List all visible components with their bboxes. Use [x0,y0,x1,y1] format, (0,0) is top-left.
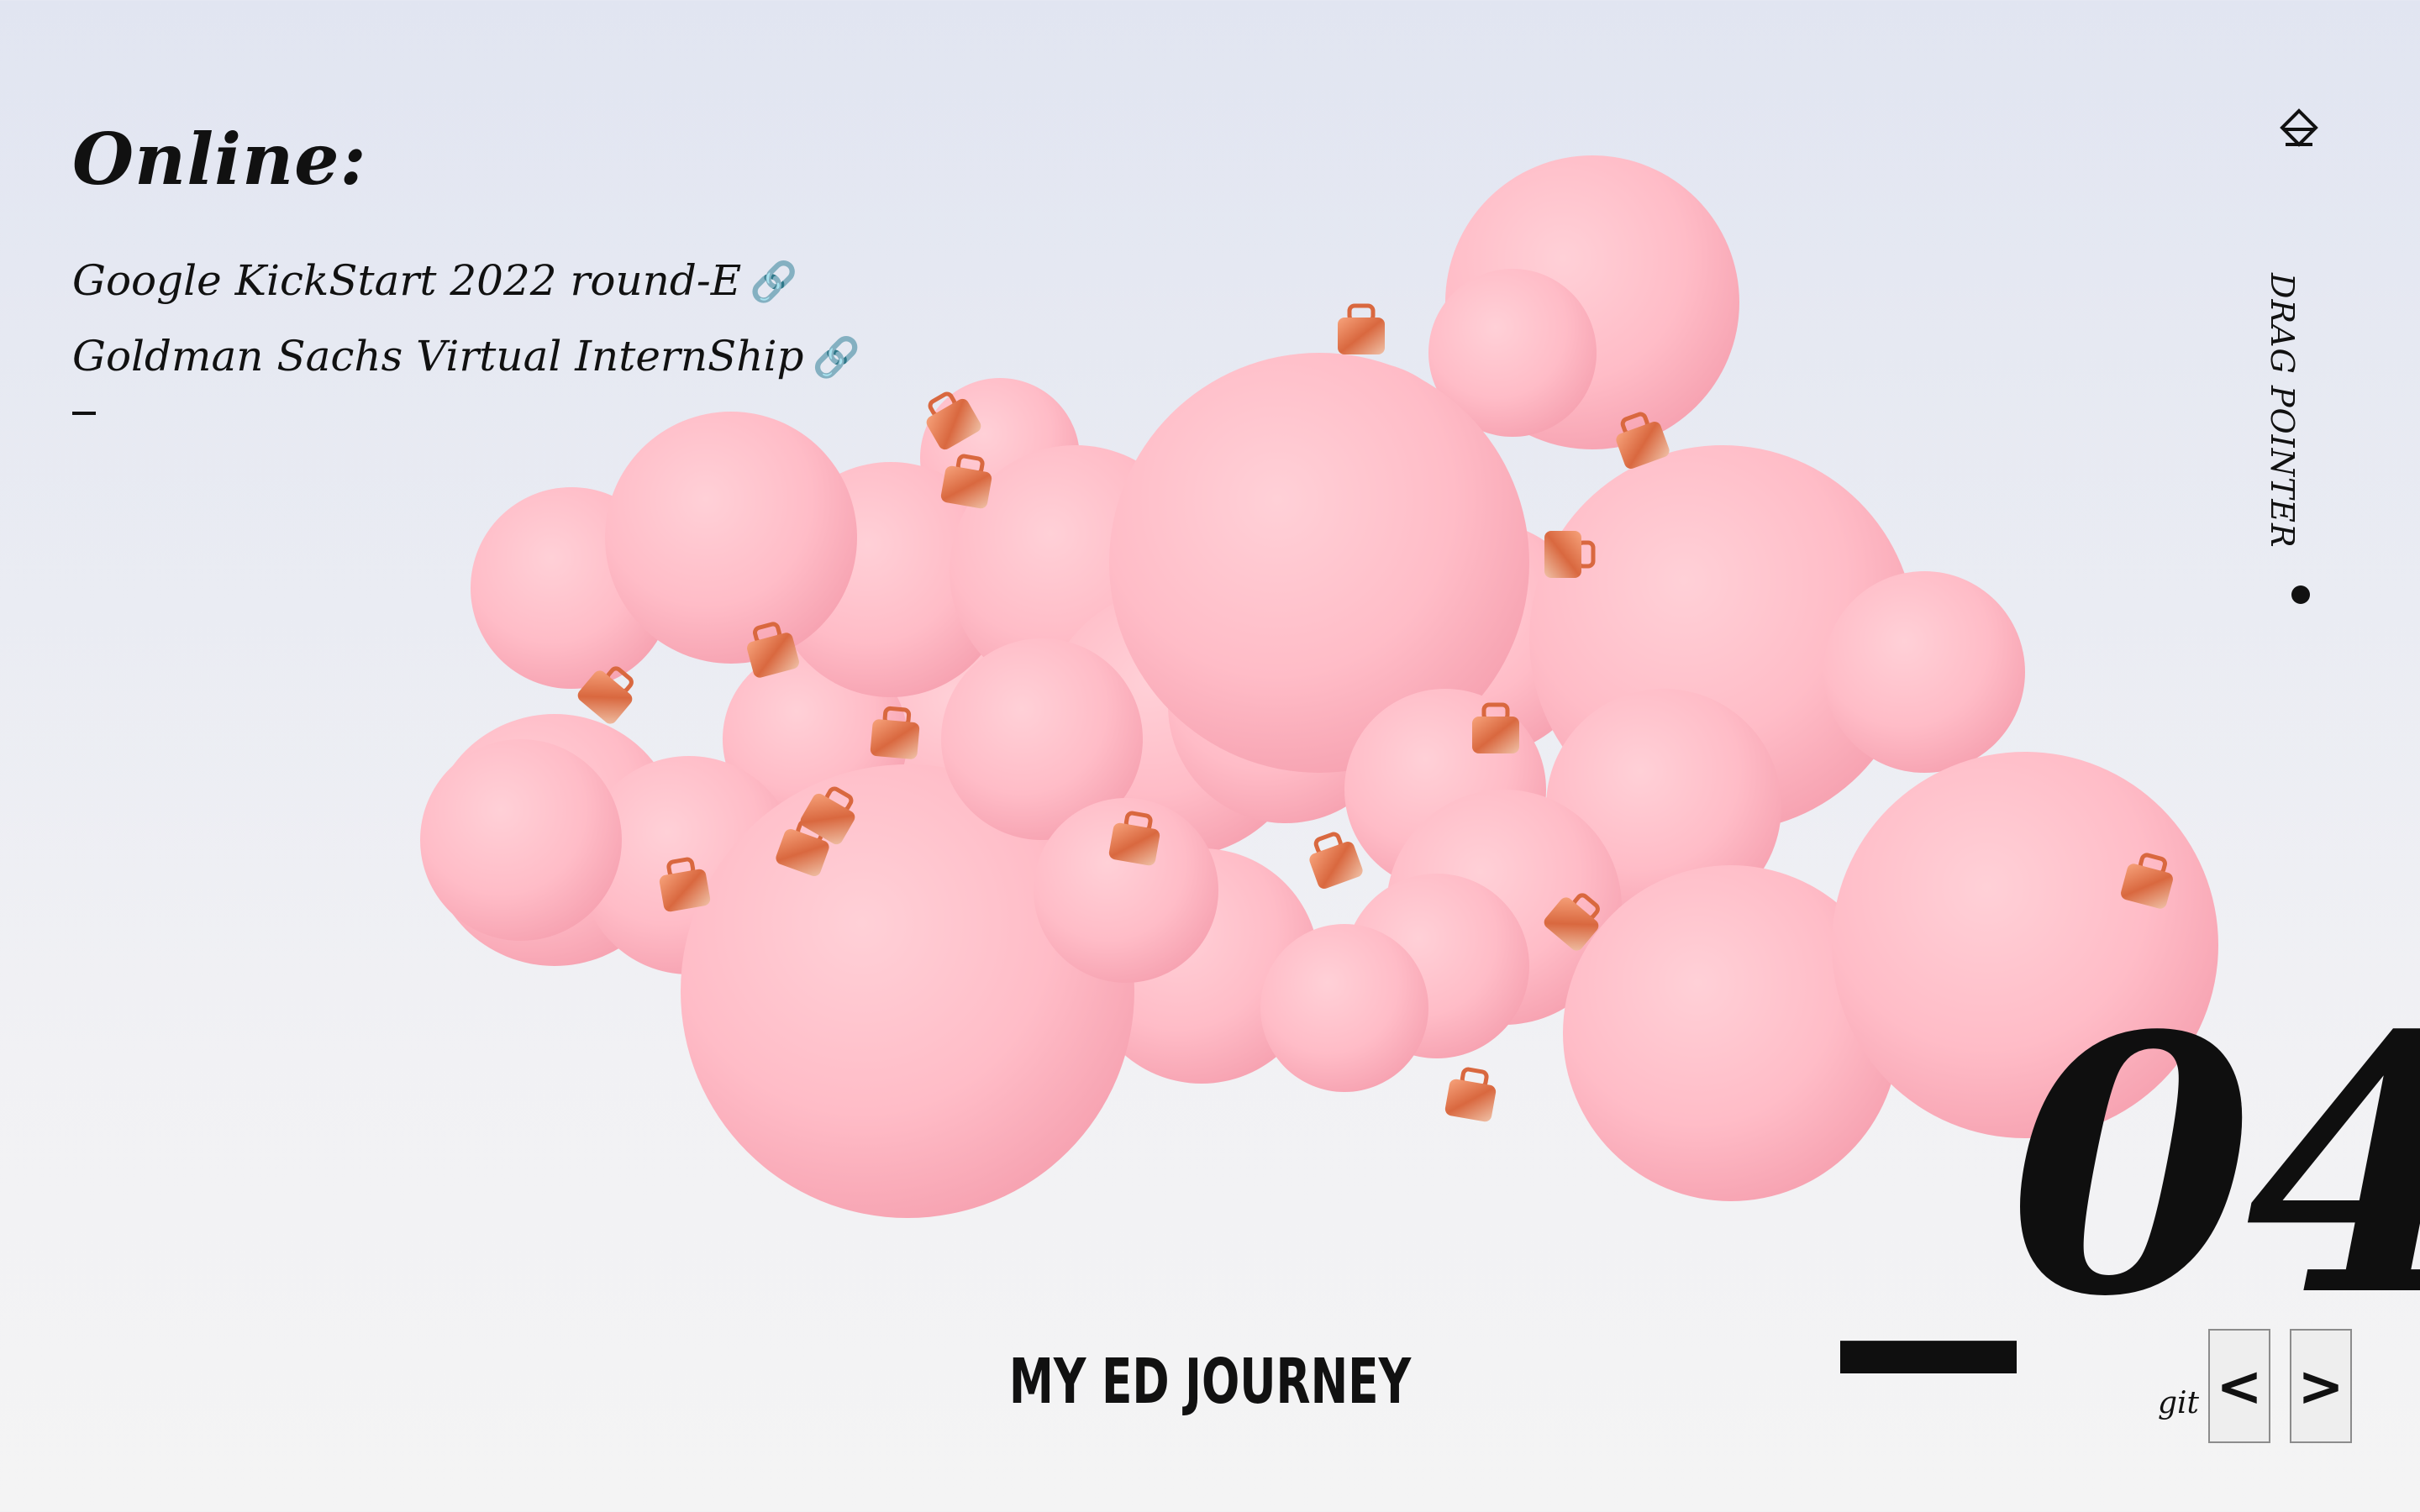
ornament-cap [747,622,799,678]
next-button[interactable]: > [2290,1329,2352,1443]
ornament-ball [1546,689,1781,924]
divider-dash [72,412,96,415]
ornament-ball [865,622,1084,840]
section-title: MY ED JOURNEY [1008,1346,1412,1418]
ornament-cap [1338,303,1385,354]
link-goldman-sachs[interactable]: Goldman Sachs Virtual InternShip 🔗 [72,332,860,381]
ornament-ball [1386,790,1622,1025]
ornament-cap [926,391,981,450]
link-label: Goldman Sachs Virtual InternShip [72,332,804,381]
ornament-cap [1544,893,1600,951]
ornament-ball [1445,155,1739,449]
drag-pointer-hint: DRAG POINTER [2264,273,2301,549]
ornament-cap [1108,811,1160,866]
ornament-ball [1361,521,1597,756]
ornament-ball [681,764,1134,1218]
ornament-ball [950,445,1202,697]
ornament-ball [1344,874,1529,1058]
ornament-ball [1260,924,1428,1092]
ornament-ball [1109,353,1529,773]
ornament-ball [1168,588,1403,823]
ornament-cap [577,666,634,724]
link-chain-icon: 🔗 [750,259,798,304]
link-chain-icon: 🔗 [812,334,860,380]
ornament-cap [800,786,855,845]
ornament-ball [605,412,857,664]
ornament-cap [1309,832,1363,889]
ornament-ball [429,714,681,966]
ornament-cap [1444,1067,1497,1122]
ornament-ball [1252,361,1470,580]
ornament-cap [1616,412,1670,469]
ornament-cap [940,454,992,509]
git-label[interactable]: git [2158,1386,2199,1420]
link-google-kickstart[interactable]: Google KickStart 2022 round-E 🔗 [72,256,798,305]
ornament-cap [659,857,711,912]
section-heading: Online: [72,118,367,201]
ornament-cap [870,706,920,759]
diamond-logo-icon[interactable] [2277,108,2321,151]
ornament-ball [1344,689,1546,890]
ornament-ball [1529,445,1916,832]
ornament-ball [723,647,908,832]
ornament-ball [773,462,1008,697]
ornament-ball [1042,588,1311,857]
ornament-ball [941,638,1143,840]
ornament-ball [731,764,1084,1117]
ornament-cap [776,819,829,876]
ornament-cap [2121,853,2173,909]
ornament-cap [1544,531,1596,578]
section-number: _04 [1840,960,2420,1374]
ornament-ball [920,378,1080,538]
prev-button[interactable]: < [2208,1329,2270,1443]
link-label: Google KickStart 2022 round-E [72,256,742,305]
ornament-ball [1823,571,2025,773]
ornament-ball [580,756,798,974]
ornament-ball [1084,848,1319,1084]
ornament-ball [1428,269,1597,437]
ornament-ball [471,487,672,689]
ornament-ball [420,739,622,941]
pointer-dot [2291,585,2310,604]
ornament-ball [1034,798,1218,983]
ornament-cap [1472,702,1519,753]
